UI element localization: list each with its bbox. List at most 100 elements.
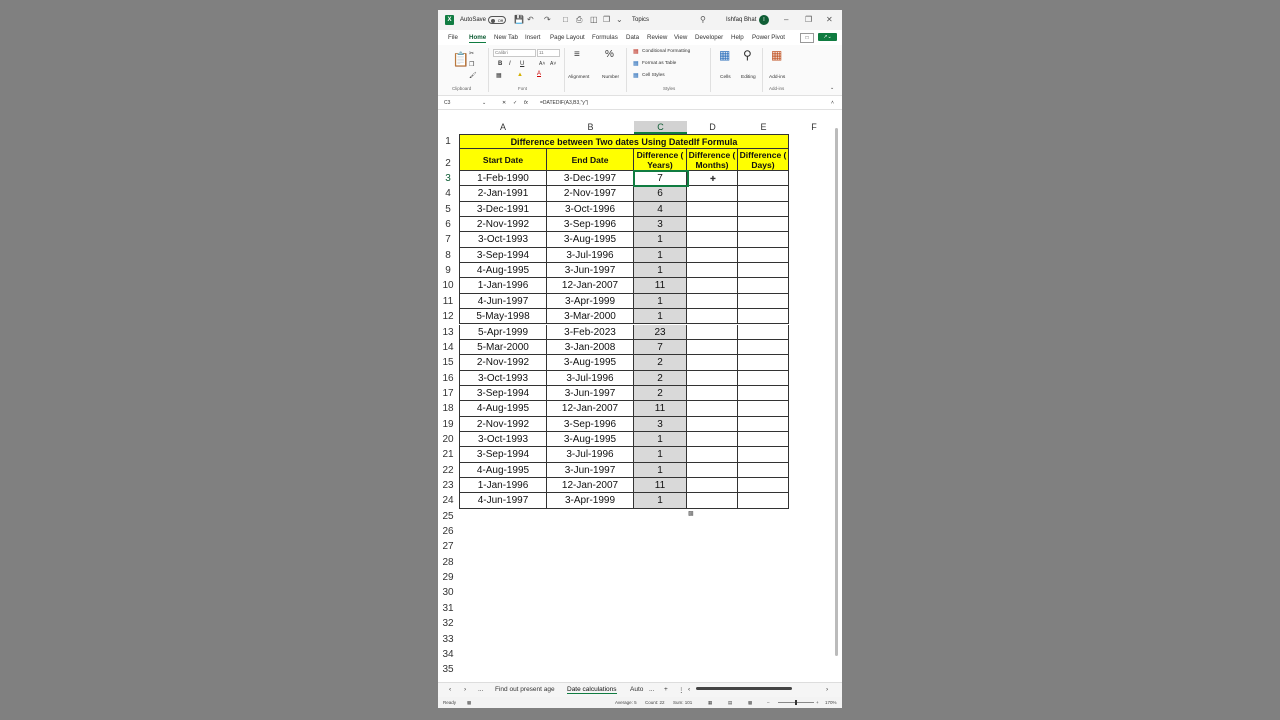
cell-start[interactable]: 2-Nov-1992 (459, 416, 547, 432)
row-header[interactable]: 13 (438, 325, 458, 340)
cell-months[interactable] (687, 478, 738, 494)
cell-months[interactable] (687, 416, 738, 432)
restore-icon[interactable]: ❐ (805, 10, 812, 30)
cell-start[interactable]: 4-Jun-1997 (459, 293, 547, 310)
status-average[interactable]: Average: 5 (615, 700, 637, 705)
cell-days[interactable] (738, 278, 789, 294)
column-header-f[interactable]: F (789, 121, 839, 133)
cell-months[interactable] (687, 370, 738, 386)
row-header[interactable]: 34 (438, 647, 458, 662)
column-header-d[interactable]: D (687, 121, 738, 133)
cancel-formula-icon[interactable]: ✕ (502, 100, 506, 106)
cell-days[interactable] (738, 339, 789, 356)
header-difference-months[interactable]: Difference ( Months) (687, 149, 738, 171)
row-header[interactable]: 32 (438, 616, 458, 631)
cell-days[interactable] (738, 416, 789, 432)
tab-review[interactable]: Review (647, 34, 667, 41)
row-header[interactable]: 33 (438, 632, 458, 647)
conditional-formatting-button[interactable]: Conditional Formatting (642, 49, 690, 54)
share-icon[interactable]: ↗⌄ (818, 33, 837, 41)
cell-months[interactable] (687, 324, 738, 340)
cell-days[interactable] (738, 401, 789, 417)
column-header-c[interactable]: C (634, 121, 687, 134)
cell-end[interactable]: 3-Aug-1995 (547, 355, 634, 371)
row-header[interactable]: 29 (438, 570, 458, 585)
row-header[interactable]: 31 (438, 601, 458, 616)
cell-days[interactable] (738, 478, 789, 494)
editing-icon[interactable]: ⚲ (743, 48, 752, 62)
tab-auto[interactable]: Auto (630, 686, 643, 693)
header-start-date[interactable]: Start Date (459, 149, 547, 171)
row-header[interactable]: 26 (438, 524, 458, 539)
normal-view-icon[interactable]: ▦ (708, 700, 712, 706)
tab-home[interactable]: Home (469, 34, 487, 43)
sheet-options-icon[interactable]: ⋮ (678, 686, 685, 694)
cell-months[interactable] (687, 217, 738, 233)
cell-end[interactable]: 3-Jun-1997 (547, 263, 634, 279)
cell-months[interactable] (687, 355, 738, 371)
cell-end[interactable]: 3-Apr-1999 (547, 293, 634, 310)
cell-end[interactable]: 3-Feb-2023 (547, 324, 634, 340)
cell-start[interactable]: 3-Oct-1993 (459, 232, 547, 248)
cells-button[interactable]: Cells (720, 75, 731, 80)
row-header[interactable]: 5 (438, 202, 458, 217)
cell-years[interactable]: 1 (634, 263, 687, 279)
row-header[interactable]: 16 (438, 371, 458, 386)
column-header-b[interactable]: B (547, 121, 634, 133)
cell-end[interactable]: 3-Oct-1996 (547, 201, 634, 218)
cell-days[interactable] (738, 186, 789, 202)
row-header[interactable]: 3 (438, 171, 458, 186)
cell-months[interactable] (687, 493, 738, 509)
row-header[interactable]: 12 (438, 309, 458, 324)
dropdown-chevron-icon[interactable]: ⌄ (616, 10, 623, 30)
cell-months[interactable] (687, 431, 738, 448)
scroll-right-icon[interactable]: › (826, 686, 828, 693)
fill-color-icon[interactable]: ▲ (517, 72, 523, 78)
cell-days[interactable] (738, 171, 789, 187)
increase-font-icon[interactable]: A˄ (539, 61, 545, 67)
cells-icon[interactable]: ▦ (719, 48, 730, 62)
cell-years[interactable]: 1 (634, 447, 687, 463)
name-box-dropdown-icon[interactable]: ⌄ (482, 100, 486, 106)
cell-years[interactable]: 1 (634, 247, 687, 264)
cell-days[interactable] (738, 355, 789, 371)
row-header[interactable]: 18 (438, 401, 458, 416)
cell-end[interactable]: 3-Jun-1997 (547, 462, 634, 478)
cell-years[interactable]: 23 (634, 324, 687, 340)
cell-years[interactable]: 2 (634, 385, 687, 402)
collapse-ribbon-icon[interactable]: ⌄ (830, 85, 834, 91)
italic-button[interactable]: I (509, 61, 511, 67)
copy-icon[interactable]: ❐ (603, 10, 610, 30)
cell-start[interactable]: 5-Mar-2000 (459, 339, 547, 356)
cell-days[interactable] (738, 462, 789, 478)
row-header[interactable]: 2 (438, 149, 458, 171)
cell-start[interactable]: 3-Dec-1991 (459, 201, 547, 218)
cell-years[interactable]: 1 (634, 462, 687, 478)
cell-end[interactable]: 3-Mar-2000 (547, 309, 634, 325)
cell-start[interactable]: 5-Apr-1999 (459, 324, 547, 340)
row-header[interactable]: 11 (438, 294, 458, 309)
zoom-in-icon[interactable]: + (816, 700, 819, 705)
cell-days[interactable] (738, 309, 789, 325)
cell-years[interactable]: 4 (634, 201, 687, 218)
tab-find-out-present-age[interactable]: Find out present age (495, 686, 555, 693)
font-name-box[interactable]: Calibri (493, 49, 536, 57)
cell-months[interactable] (687, 186, 738, 202)
row-header[interactable]: 35 (438, 662, 458, 677)
cell-months[interactable] (687, 201, 738, 218)
cell-end[interactable]: 12-Jan-2007 (547, 278, 634, 294)
cell-end[interactable]: 3-Jul-1996 (547, 247, 634, 264)
name-box[interactable]: C3 (444, 100, 450, 106)
page-layout-view-icon[interactable]: ▤ (728, 700, 732, 706)
cell-years[interactable]: 7 (634, 171, 687, 187)
cell-years[interactable]: 6 (634, 186, 687, 202)
avatar[interactable]: I (759, 15, 769, 25)
cell-years[interactable]: 1 (634, 293, 687, 310)
font-color-icon[interactable]: A (537, 71, 541, 77)
cell-months[interactable] (687, 385, 738, 402)
quick-analysis-icon[interactable]: ▩ (688, 510, 694, 517)
cell-days[interactable] (738, 324, 789, 340)
cell-end[interactable]: 3-Aug-1995 (547, 232, 634, 248)
cell-start[interactable]: 3-Oct-1993 (459, 431, 547, 448)
cell-years[interactable]: 11 (634, 401, 687, 417)
